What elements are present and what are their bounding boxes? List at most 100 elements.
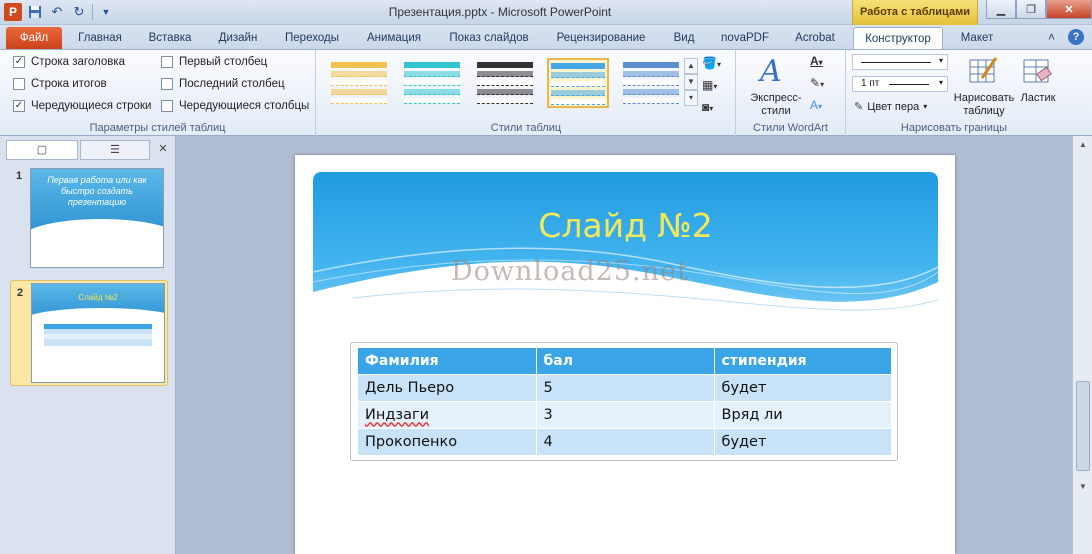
swatch-row (331, 89, 387, 95)
close-button[interactable]: ✕ (1046, 0, 1092, 19)
table-cell[interactable]: 5 (536, 374, 715, 402)
table-header-row: Фамилия бал стипендия (358, 348, 892, 375)
table-style-swatch[interactable] (620, 58, 682, 108)
slide-canvas: Слайд №2 Download25.net Фамилия бал стип… (295, 155, 955, 554)
table-style-swatch[interactable] (474, 58, 536, 108)
option-header-row[interactable]: ✓ Строка заголовка (13, 56, 125, 68)
table-cell[interactable]: 4 (536, 428, 715, 456)
wordart-a-icon[interactable]: A (760, 54, 782, 89)
scroll-thumb[interactable] (1076, 381, 1090, 471)
tab-view[interactable]: Вид (664, 27, 704, 50)
tab-home[interactable]: Главная (70, 27, 130, 50)
header-cell[interactable]: бал (536, 348, 715, 375)
tab-acrobat[interactable]: Acrobat (786, 27, 844, 50)
close-panel-icon[interactable]: ✕ (152, 140, 174, 160)
checkbox-icon[interactable] (161, 78, 173, 90)
effects-icon[interactable]: ◙▾ (702, 100, 713, 114)
swatch-row (551, 90, 605, 96)
table-style-swatch[interactable] (328, 58, 390, 108)
redo-icon[interactable]: ↻ (70, 3, 88, 21)
group-label: Нарисовать границы (900, 122, 1008, 134)
table-style-swatch[interactable] (547, 58, 609, 108)
minimize-button[interactable]: ▁ (986, 0, 1016, 19)
pen-weight-dropdown[interactable]: 1 пт ▾ (852, 76, 948, 92)
eraser-icon[interactable] (1022, 56, 1052, 86)
tab-review[interactable]: Рецензирование (548, 27, 654, 50)
tab-design[interactable]: Дизайн (210, 27, 266, 50)
checkbox-icon[interactable] (161, 56, 173, 68)
tab-novapdf[interactable]: novaPDF (714, 27, 776, 50)
tab-layout[interactable]: Макет (950, 27, 1004, 50)
swatch-row (477, 62, 533, 68)
gallery-scroll: ▲ ▼ ▾ (684, 58, 698, 106)
ribbon: ✓ Строка заголовка Строка итогов ✓ Чередую… (0, 49, 1092, 136)
pen-style-dropdown[interactable]: ▾ (852, 54, 948, 70)
option-last-column[interactable]: Последний столбец (161, 78, 285, 90)
checkbox-checked-icon[interactable]: ✓ (13, 100, 25, 112)
gallery-more-icon[interactable]: ▾ (684, 90, 698, 106)
checkbox-icon[interactable] (13, 78, 25, 90)
tab-slides-icon[interactable]: ▢ (6, 140, 78, 160)
group-label: Параметры стилей таблиц (89, 122, 226, 134)
swatch-row (331, 98, 387, 104)
tab-constructor[interactable]: Конструктор (853, 27, 943, 51)
checkbox-icon[interactable] (161, 100, 173, 112)
option-label: Первый столбец (179, 56, 268, 68)
powerpoint-logo-icon[interactable]: P (4, 3, 22, 21)
gallery-down-icon[interactable]: ▼ (684, 74, 698, 90)
option-first-column[interactable]: Первый столбец (161, 56, 267, 68)
slide-thumbnail-1[interactable]: 1 Первая работа или как быстро создать п… (10, 164, 168, 272)
slide-thumbnail-2[interactable]: 2 Слайд №2 (10, 280, 168, 386)
swatch-row (404, 62, 460, 68)
table-cell[interactable]: Дель Пьеро (358, 374, 537, 402)
undo-icon[interactable]: ↶ (48, 3, 66, 21)
header-cell[interactable]: стипендия (714, 348, 892, 375)
shading-icon[interactable]: 🪣▾ (702, 56, 721, 70)
help-icon[interactable]: ? (1068, 29, 1084, 45)
data-table[interactable]: Фамилия бал стипендия Дель Пьеро 5 будет… (358, 348, 892, 456)
tab-slideshow[interactable]: Показ слайдов (440, 27, 538, 50)
title-bar: P ↶ ↻ ▼ Презентация.pptx - Microsoft Pow… (0, 0, 1092, 25)
table-style-swatch[interactable] (401, 58, 463, 108)
text-fill-icon[interactable]: A▾ (810, 54, 823, 68)
window-controls: ▁ ❐ ✕ (986, 0, 1092, 19)
tab-insert[interactable]: Вставка (140, 27, 200, 50)
slide-title[interactable]: Слайд №2 (313, 206, 938, 245)
checkbox-checked-icon[interactable]: ✓ (13, 56, 25, 68)
draw-table-icon[interactable] (968, 56, 998, 86)
text-outline-icon[interactable]: ✎▾ (810, 76, 824, 90)
eraser-button[interactable]: Ластик (1016, 92, 1060, 105)
swatch-row (551, 81, 605, 87)
customize-qat-icon[interactable]: ▼ (97, 3, 115, 21)
pen-color-button[interactable]: ✎ Цвет пера ▾ (854, 100, 927, 114)
vertical-scrollbar[interactable]: ▲ ▼ (1072, 136, 1092, 554)
option-label: Строка итогов (31, 78, 107, 90)
option-banded-columns[interactable]: Чередующиеся столбцы (161, 100, 309, 112)
tab-transitions[interactable]: Переходы (276, 27, 348, 50)
option-total-row[interactable]: Строка итогов (13, 78, 107, 90)
table-cell[interactable]: будет (714, 374, 892, 402)
scroll-up-icon[interactable]: ▲ (1075, 140, 1091, 154)
maximize-button[interactable]: ❐ (1016, 0, 1046, 19)
preview-title: Первая работа или как быстро создать пре… (47, 175, 147, 207)
tab-animation[interactable]: Анимация (358, 27, 430, 50)
table-cell[interactable]: 3 (536, 401, 715, 429)
tab-outline-icon[interactable]: ☰ (80, 140, 150, 160)
scroll-down-icon[interactable]: ▼ (1075, 482, 1091, 496)
text-effects-icon[interactable]: A▾ (810, 98, 822, 112)
table-cell[interactable]: Прокопенко (358, 428, 537, 456)
header-cell[interactable]: Фамилия (358, 348, 537, 375)
borders-icon[interactable]: ▦▾ (702, 78, 717, 92)
gallery-up-icon[interactable]: ▲ (684, 58, 698, 74)
option-banded-rows[interactable]: ✓ Чередующиеся строки (13, 100, 151, 112)
draw-table-button[interactable]: Нарисовать таблицу (950, 92, 1018, 118)
express-styles-button[interactable]: Экспресс-стили (746, 92, 806, 118)
table-cell[interactable]: Вряд ли (714, 401, 892, 429)
tab-file[interactable]: Файл (6, 27, 62, 50)
minimize-ribbon-icon[interactable]: ˄ (1048, 30, 1055, 44)
pen-color-label: Цвет пера (867, 100, 920, 113)
save-icon[interactable] (26, 3, 44, 21)
table-cell[interactable]: будет (714, 428, 892, 456)
swatch-row (404, 98, 460, 104)
table-cell[interactable]: Индзаги (358, 401, 537, 429)
